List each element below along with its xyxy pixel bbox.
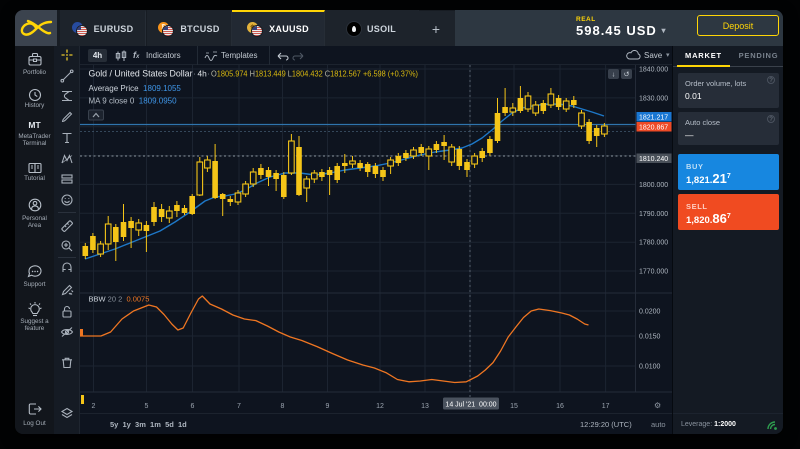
svg-text:0.0200: 0.0200 xyxy=(639,309,661,316)
svg-text:⚙: ⚙ xyxy=(654,401,661,410)
svg-text:O1805.974 H1813.449 L1804.432: O1805.974 H1813.449 L1804.432 C1812.567 … xyxy=(211,70,418,79)
svg-text:9: 9 xyxy=(326,403,330,410)
svg-text:1840.000: 1840.000 xyxy=(639,67,668,74)
svg-text:0.0150: 0.0150 xyxy=(639,334,661,341)
svg-text:0.0100: 0.0100 xyxy=(639,364,661,371)
svg-text:15: 15 xyxy=(510,403,518,410)
svg-text:1770.000: 1770.000 xyxy=(639,269,668,276)
svg-text:1821.217: 1821.217 xyxy=(639,114,668,121)
svg-text:7: 7 xyxy=(237,403,241,410)
svg-text:13: 13 xyxy=(421,403,429,410)
svg-text:Gold / United States Dollar: Gold / United States Dollar xyxy=(89,69,193,79)
svg-text:5: 5 xyxy=(145,403,149,410)
svg-text:1780.000: 1780.000 xyxy=(639,240,668,247)
svg-text:1800.000: 1800.000 xyxy=(639,182,668,189)
svg-text:4h: 4h xyxy=(198,69,208,79)
svg-text:17: 17 xyxy=(602,403,610,410)
svg-text:12: 12 xyxy=(376,403,384,410)
svg-text:1830.000: 1830.000 xyxy=(639,95,668,102)
svg-text:1820.867: 1820.867 xyxy=(639,124,668,131)
svg-text:·: · xyxy=(207,69,210,79)
svg-text:2: 2 xyxy=(92,403,96,410)
svg-text:↓: ↓ xyxy=(612,72,616,79)
svg-text:↺: ↺ xyxy=(624,72,630,79)
svg-text:Average Price 1809.1055: Average Price 1809.1055 xyxy=(89,84,182,93)
svg-text:6: 6 xyxy=(191,403,195,410)
svg-text:14 Jul '21 00:00: 14 Jul '21 00:00 xyxy=(445,401,496,408)
svg-text:1810.240: 1810.240 xyxy=(639,156,668,163)
svg-text:BBW 20 2 0.0075: BBW 20 2 0.0075 xyxy=(89,295,150,304)
svg-text:·: · xyxy=(193,69,196,79)
svg-text:8: 8 xyxy=(281,403,285,410)
svg-text:MA 9 close 0 1809.0950: MA 9 close 0 1809.0950 xyxy=(89,97,178,106)
svg-text:1790.000: 1790.000 xyxy=(639,211,668,218)
svg-text:16: 16 xyxy=(556,403,564,410)
